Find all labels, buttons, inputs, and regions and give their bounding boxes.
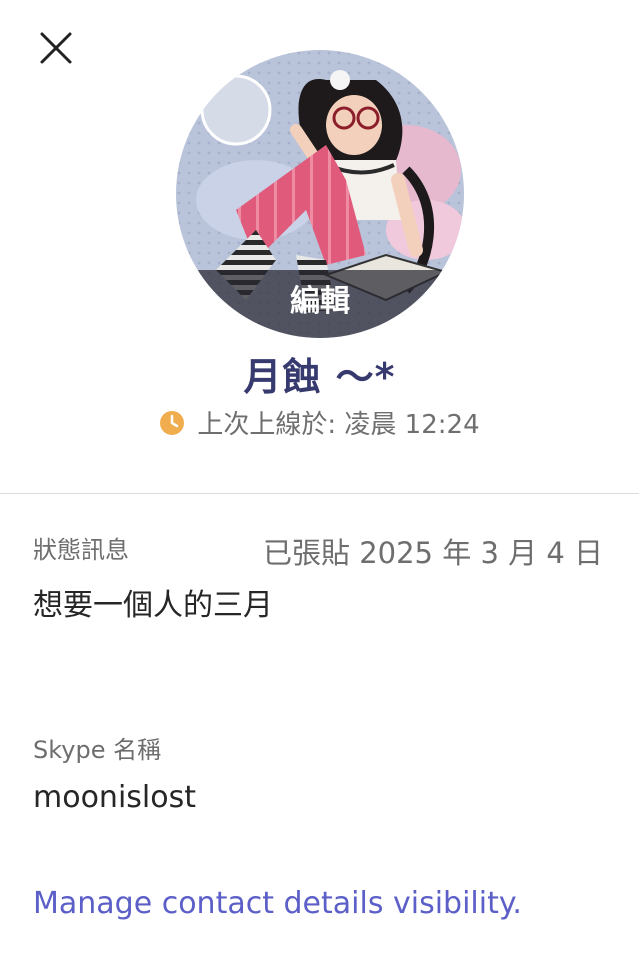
section-divider [0,493,639,494]
status-message-label: 狀態訊息 [33,536,129,564]
skype-name-label: Skype 名稱 [33,736,162,764]
close-icon [40,32,72,64]
display-name: 月蝕 ～* [243,355,396,399]
last-seen-text: 上次上線於: 凌晨 12:24 [197,410,480,440]
manage-visibility-link[interactable]: Manage contact details visibility. [33,886,522,921]
status-posted-date: 已張貼 2025 年 3 月 4 日 [262,536,603,570]
edit-label: 編輯 [290,284,350,319]
clock-icon [160,410,185,435]
avatar[interactable]: 編輯 [176,50,464,338]
status-message-text: 想要一個人的三月 [33,588,273,623]
close-button[interactable] [34,26,78,70]
edit-avatar-button[interactable]: 編輯 [176,270,464,338]
last-seen-status: 上次上線於: 凌晨 12:24 [0,404,639,441]
skype-name-value: moonislost [33,780,196,815]
